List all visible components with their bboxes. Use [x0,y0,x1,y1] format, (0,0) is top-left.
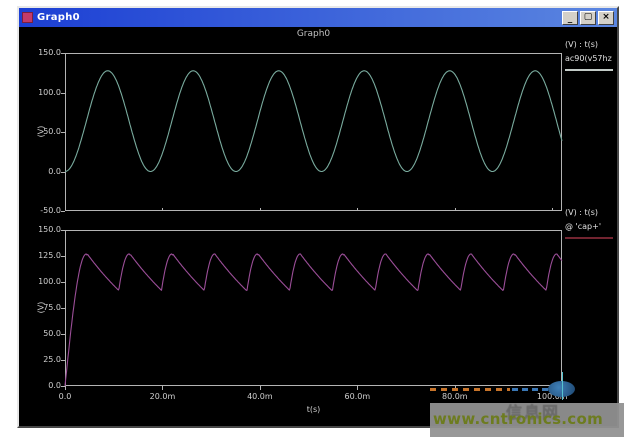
bottom-legend-color-swatch [565,237,613,239]
y-tick-label: 75.0 [23,303,61,312]
screenshot-stage: Graph0 _ ▢ × Graph0 (V) (V) t(s) (V) : t… [0,0,624,437]
y-tick-label: 150.0 [23,48,61,57]
window-title: Graph0 [37,12,560,23]
x-tick-mark [162,208,163,211]
y-tick-mark [61,282,65,283]
minimize-button[interactable]: _ [562,11,578,25]
y-tick-label: -50.0 [23,206,61,215]
x-tick-mark [65,386,66,390]
y-tick-label: 25.0 [23,355,61,364]
x-tick-mark [357,386,358,390]
x-tick-mark [65,208,66,211]
maximize-icon: ▢ [584,13,593,22]
window-titlebar[interactable]: Graph0 _ ▢ × [19,8,617,27]
y-tick-label: 100.0 [23,88,61,97]
y-tick-mark [61,360,65,361]
watermark-teal-line [562,372,563,400]
top-legend-trace-label[interactable]: ac90(v57hz [565,54,617,64]
y-tick-label: 50.0 [23,127,61,136]
y-tick-mark [61,172,65,173]
x-tick-mark [455,208,456,211]
y-tick-mark [61,93,65,94]
y-tick-label: 0.0 [23,381,61,390]
graph-client-area: Graph0 (V) (V) t(s) (V) : t(s) ac90(v57h… [19,27,617,426]
x-tick-mark [552,208,553,211]
minimize-icon: _ [568,15,573,24]
x-tick-label: 20.0m [140,392,184,401]
x-tick-label: 0.0 [43,392,87,401]
x-tick-mark [260,208,261,211]
y-tick-mark [61,230,65,231]
maximize-button[interactable]: ▢ [580,11,596,25]
top-legend-color-swatch [565,69,613,71]
graph-window: Graph0 _ ▢ × Graph0 (V) (V) t(s) (V) : t… [17,6,619,428]
x-tick-label: 40.0m [238,392,282,401]
close-button[interactable]: × [598,11,614,25]
bottom-legend-trace-label[interactable]: @ 'cap+' [565,222,617,232]
top-plot-trace [65,53,562,211]
graph-app-icon [22,12,33,23]
y-tick-mark [61,308,65,309]
y-tick-label: 125.0 [23,251,61,260]
y-tick-mark [61,132,65,133]
x-tick-mark [260,386,261,390]
x-tick-mark [162,386,163,390]
x-tick-mark [357,208,358,211]
top-legend-header: (V) : t(s) [565,40,617,50]
y-tick-label: 0.0 [23,167,61,176]
bottom-legend-header: (V) : t(s) [565,208,617,218]
bottom-plot-legend: (V) : t(s) @ 'cap+' [565,208,617,239]
y-tick-mark [61,334,65,335]
x-tick-label: 60.0m [335,392,379,401]
bottom-plot-trace [65,230,562,386]
y-tick-mark [61,256,65,257]
y-tick-mark [61,211,65,212]
x-tick-label: 80.0m [433,392,477,401]
y-tick-label: 50.0 [23,329,61,338]
watermark-url: www.cntronics.com [433,410,603,428]
y-tick-label: 100.0 [23,277,61,286]
y-tick-label: 150.0 [23,225,61,234]
close-icon: × [602,13,610,22]
watermark-orange-dashes [430,388,510,391]
graph-title: Graph0 [65,29,562,39]
top-plot-legend: (V) : t(s) ac90(v57hz [565,40,617,71]
y-tick-mark [61,53,65,54]
